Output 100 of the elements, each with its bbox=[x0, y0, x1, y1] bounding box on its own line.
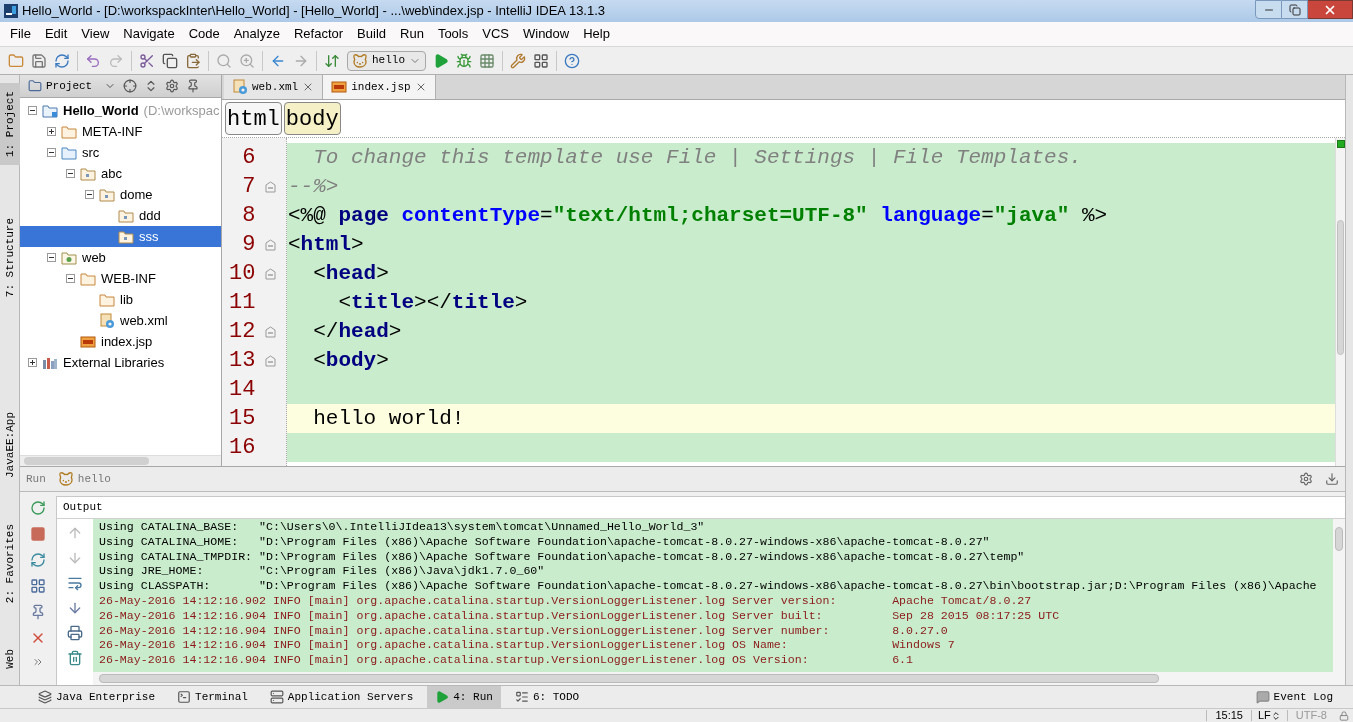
tree-item[interactable]: ddd bbox=[20, 205, 221, 226]
paste-icon[interactable] bbox=[185, 52, 201, 69]
sync-icon[interactable] bbox=[54, 52, 70, 69]
panel-title: Run bbox=[26, 471, 46, 487]
tree-item[interactable]: sss bbox=[20, 226, 221, 247]
scrollbar-thumb[interactable] bbox=[24, 457, 149, 465]
search-icon[interactable] bbox=[216, 52, 232, 69]
line-number: 7 bbox=[241, 175, 256, 198]
menu-item[interactable]: Navigate bbox=[116, 24, 182, 44]
collapse-icon[interactable] bbox=[66, 274, 75, 283]
bug-icon[interactable] bbox=[456, 52, 472, 69]
tool-window-button[interactable]: 7: Structure bbox=[0, 210, 20, 306]
tree-item[interactable]: web bbox=[20, 247, 221, 268]
menu-item[interactable]: Build bbox=[350, 24, 393, 44]
print-icon[interactable] bbox=[67, 625, 83, 641]
tree-item[interactable]: index.jsp bbox=[20, 331, 221, 352]
tree-item[interactable]: web.xml bbox=[20, 310, 221, 331]
updown-icon bbox=[1270, 710, 1281, 721]
tree-item[interactable]: External Libraries bbox=[20, 352, 221, 373]
breadcrumb[interactable]: body bbox=[283, 102, 341, 135]
restore-button[interactable] bbox=[1282, 0, 1308, 19]
menu-item[interactable]: Refactor bbox=[286, 24, 351, 44]
jsp-file-icon bbox=[331, 80, 348, 94]
line-separator[interactable]: LF bbox=[1258, 710, 1271, 721]
cut-icon[interactable] bbox=[139, 52, 155, 69]
fold-marker-icon[interactable] bbox=[265, 238, 277, 251]
layout-icon[interactable] bbox=[30, 578, 46, 594]
close-button[interactable] bbox=[1308, 0, 1353, 19]
pin-icon[interactable] bbox=[186, 79, 200, 93]
fold-marker-icon[interactable] bbox=[265, 354, 277, 367]
collapse-icon[interactable] bbox=[47, 148, 56, 157]
expand-icon[interactable] bbox=[47, 127, 56, 136]
wrench-icon[interactable] bbox=[510, 52, 526, 69]
tree-item[interactable]: dome bbox=[20, 184, 221, 205]
rerun-icon[interactable] bbox=[30, 500, 46, 516]
copy-icon[interactable] bbox=[162, 52, 178, 69]
tool-window-button[interactable]: Application Servers bbox=[261, 686, 422, 708]
menu-item[interactable]: View bbox=[74, 24, 117, 44]
collapse-icon[interactable] bbox=[47, 253, 56, 262]
tool-window-button[interactable]: Java Enterprise bbox=[30, 686, 164, 708]
tool-window-button[interactable]: 2: Favorites bbox=[0, 515, 20, 612]
scrollbar-thumb[interactable] bbox=[1337, 220, 1344, 355]
tool-window-button[interactable]: 1: Project bbox=[0, 83, 20, 165]
tree-item[interactable]: WEB-INF bbox=[20, 268, 221, 289]
tool-window-button[interactable]: 4: Run bbox=[427, 686, 501, 708]
fold-marker-icon[interactable] bbox=[265, 325, 277, 338]
run-config-dropdown[interactable]: hello bbox=[347, 50, 426, 71]
path-hint: (D:\workspac bbox=[143, 101, 220, 120]
breadcrumb[interactable]: html bbox=[225, 102, 282, 135]
menu-item[interactable]: Window bbox=[515, 24, 577, 44]
save-icon[interactable] bbox=[31, 52, 47, 69]
run-icon[interactable] bbox=[433, 52, 449, 69]
menu-item[interactable]: Help bbox=[576, 24, 617, 44]
caret-position[interactable]: 15:15 bbox=[1206, 710, 1251, 721]
scrollbar-thumb[interactable] bbox=[1335, 527, 1343, 551]
trash-icon[interactable] bbox=[67, 650, 83, 666]
collapse-icon[interactable] bbox=[66, 169, 75, 178]
menu-item[interactable]: VCS bbox=[475, 24, 516, 44]
menu-item[interactable]: Analyze bbox=[226, 24, 287, 44]
wrap-icon[interactable] bbox=[67, 575, 83, 591]
menu-item[interactable]: Tools bbox=[430, 24, 476, 44]
expand-icon[interactable] bbox=[28, 358, 37, 367]
menu-item[interactable]: Code bbox=[181, 24, 227, 44]
package-folder-icon bbox=[80, 166, 96, 181]
scrollbar-thumb[interactable] bbox=[99, 674, 1159, 683]
fold-marker-icon[interactable] bbox=[265, 267, 277, 280]
menu-item[interactable]: File bbox=[3, 24, 38, 44]
open-folder-icon[interactable] bbox=[8, 52, 24, 69]
tree-item[interactable]: Hello_World (D:\workspac bbox=[20, 100, 221, 121]
event-log-button[interactable]: Event Log bbox=[1255, 688, 1333, 706]
tool-window-button[interactable]: JavaEE:App bbox=[0, 403, 20, 486]
editor-tab[interactable]: index.jsp bbox=[323, 75, 436, 99]
tool-window-button[interactable]: Terminal bbox=[169, 686, 256, 708]
lock-icon[interactable] bbox=[1339, 710, 1349, 721]
tree-item[interactable]: abc bbox=[20, 163, 221, 184]
pin-icon[interactable] bbox=[30, 604, 46, 620]
editor-tab[interactable]: web.xml bbox=[224, 75, 324, 99]
code-text: <body> bbox=[312, 350, 389, 371]
settings-icon[interactable] bbox=[1299, 472, 1313, 486]
minimize-button[interactable] bbox=[1255, 0, 1282, 19]
menu-item[interactable]: Edit bbox=[37, 24, 75, 44]
tree-item[interactable]: lib bbox=[20, 289, 221, 310]
collapse-icon[interactable] bbox=[28, 106, 37, 115]
scroll-to-end-icon[interactable] bbox=[67, 600, 83, 616]
undo-icon[interactable] bbox=[85, 52, 101, 69]
output-tab[interactable]: Output bbox=[63, 499, 103, 516]
stop-icon[interactable] bbox=[30, 526, 46, 542]
tool-window-button[interactable]: Web bbox=[0, 641, 20, 677]
fold-marker-icon[interactable] bbox=[265, 180, 277, 193]
tree-item[interactable]: src bbox=[20, 142, 221, 163]
crosshair-icon[interactable] bbox=[123, 79, 137, 93]
help-icon[interactable] bbox=[564, 52, 580, 69]
menu-item[interactable]: Run bbox=[393, 24, 431, 44]
checklist-icon bbox=[514, 690, 529, 704]
tree-item[interactable]: META-INF bbox=[20, 121, 221, 142]
refresh-icon[interactable] bbox=[30, 552, 46, 568]
collapse-icon[interactable] bbox=[85, 190, 94, 199]
more-icon[interactable] bbox=[32, 656, 44, 668]
tool-window-button[interactable]: 6: TODO bbox=[506, 686, 588, 708]
settings-icon[interactable] bbox=[165, 79, 179, 93]
